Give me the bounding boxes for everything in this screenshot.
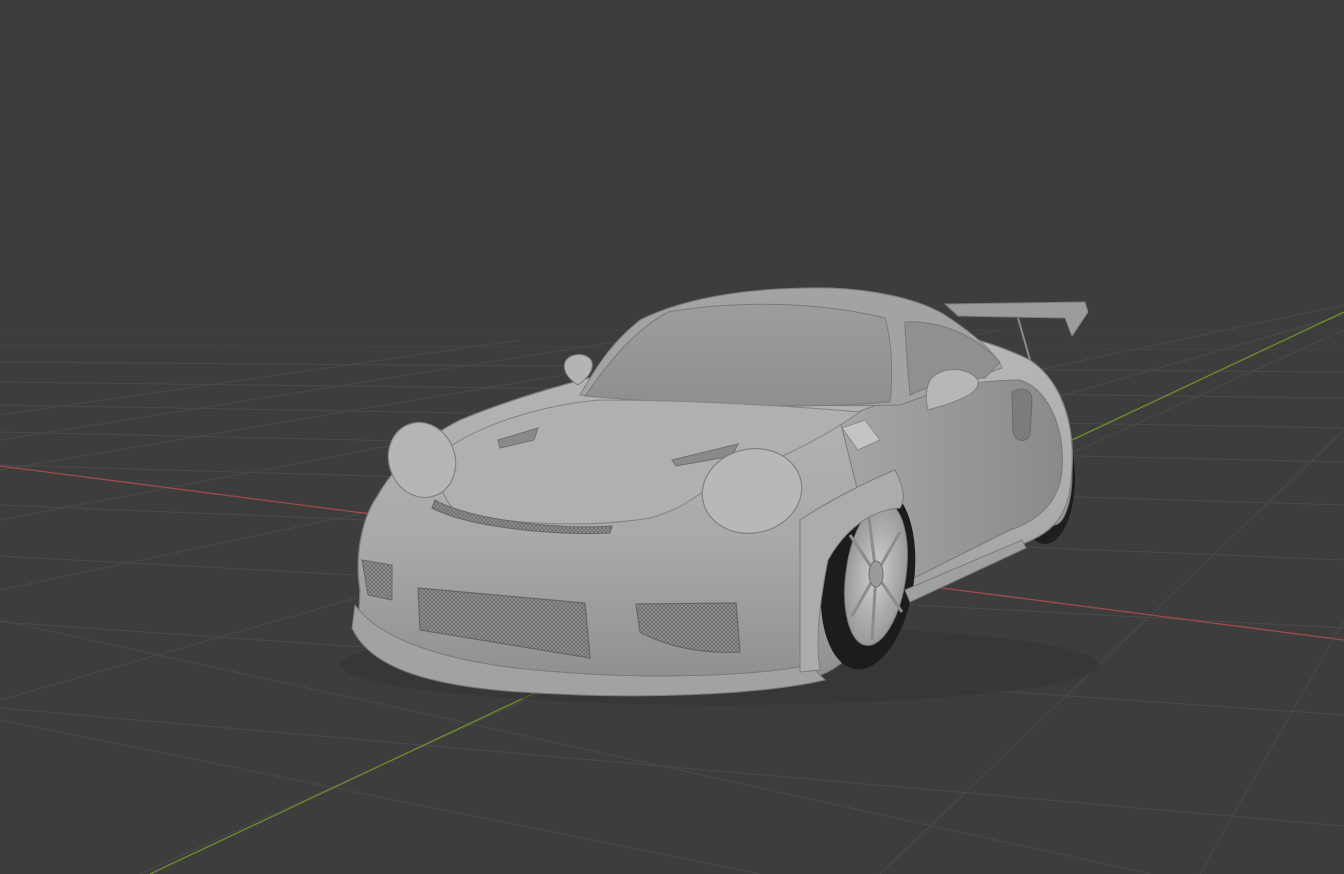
viewport-canvas[interactable] [0, 0, 1344, 874]
side-intake [1011, 388, 1033, 442]
windshield [584, 303, 893, 407]
car-model[interactable] [340, 287, 1100, 705]
3d-viewport[interactable] [0, 0, 1344, 874]
